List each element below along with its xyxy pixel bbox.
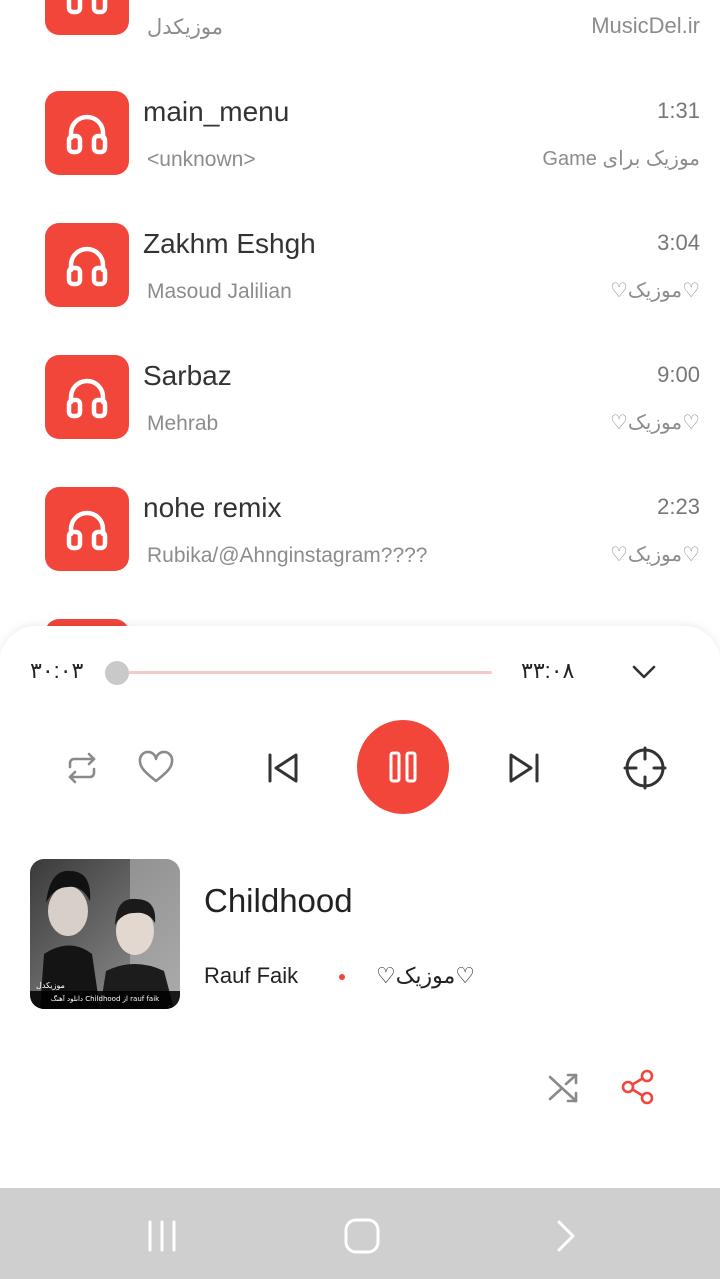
skip-next-icon[interactable] bbox=[503, 746, 547, 790]
seek-bar[interactable] bbox=[117, 671, 492, 674]
skip-previous-icon[interactable] bbox=[260, 746, 304, 790]
album-art-caption-top: موزیکدل bbox=[36, 981, 65, 990]
headphones-icon bbox=[45, 223, 129, 307]
elapsed-time: ۳۰:۰۳ bbox=[30, 658, 84, 683]
headphones-icon bbox=[45, 91, 129, 175]
song-artist: موزیکدل bbox=[147, 16, 223, 39]
now-playing-album: ♡موزیک♡ bbox=[376, 963, 476, 988]
song-duration: 9:00 bbox=[657, 362, 700, 387]
album-art-caption: دانلود آهنگ Childhood از rauf faik bbox=[50, 995, 160, 1003]
song-album: ♡موزیک♡ bbox=[609, 280, 700, 302]
song-artist: <unknown> bbox=[147, 148, 256, 171]
song-title: main_menu bbox=[143, 96, 290, 127]
share-icon[interactable] bbox=[617, 1066, 659, 1108]
song-row[interactable]: Zakhm Eshgh 3:04 Masoud Jalilian ♡موزیک♡ bbox=[0, 223, 720, 355]
heart-icon[interactable] bbox=[134, 746, 178, 790]
song-duration: 3:04 bbox=[657, 230, 700, 255]
shuffle-icon[interactable] bbox=[543, 1066, 585, 1108]
song-title: Sarbaz bbox=[143, 360, 232, 391]
song-artist: Mehrab bbox=[147, 412, 219, 435]
song-duration: 2:23 bbox=[657, 494, 700, 519]
repeat-icon[interactable] bbox=[60, 746, 104, 790]
song-duration: 1:31 bbox=[657, 98, 700, 123]
separator-dot bbox=[339, 974, 345, 980]
song-title: nohe remix bbox=[143, 492, 282, 523]
song-row[interactable]: Sarbaz 9:00 Mehrab ♡موزیک♡ bbox=[0, 355, 720, 487]
back-icon[interactable] bbox=[545, 1216, 585, 1256]
system-navigation-bar bbox=[0, 1188, 720, 1279]
crosshair-icon[interactable] bbox=[621, 744, 669, 792]
song-row[interactable]: موزیکدل MusicDel.ir bbox=[0, 0, 720, 41]
now-playing-panel: ۳۰:۰۳ ۳۳:۰۸ موزیکدل دانلود آهنگ Childhoo… bbox=[0, 626, 720, 1188]
song-row[interactable]: nohe remix 2:23 Rubika/@Ahnginstagram???… bbox=[0, 487, 720, 619]
now-playing-artist: Rauf Faik bbox=[204, 963, 299, 988]
song-album: موزیک برای Game bbox=[542, 148, 700, 170]
album-art[interactable]: موزیکدل دانلود آهنگ Childhood از rauf fa… bbox=[30, 859, 180, 1009]
song-album: ♡موزیک♡ bbox=[609, 544, 700, 566]
headphones-icon bbox=[45, 355, 129, 439]
song-album: ♡موزیک♡ bbox=[609, 412, 700, 434]
headphones-icon bbox=[45, 487, 129, 571]
song-album: MusicDel.ir bbox=[591, 13, 700, 38]
now-playing-title: Childhood bbox=[204, 882, 353, 919]
total-time: ۳۳:۰۸ bbox=[521, 658, 575, 683]
seek-handle[interactable] bbox=[105, 661, 129, 685]
headphones-icon bbox=[45, 0, 129, 35]
home-icon[interactable] bbox=[342, 1216, 382, 1256]
song-row[interactable]: main_menu 1:31 <unknown> موزیک برای Game bbox=[0, 91, 720, 223]
chevron-down-icon[interactable] bbox=[628, 658, 660, 686]
recent-apps-icon[interactable] bbox=[142, 1216, 182, 1256]
pause-icon[interactable] bbox=[357, 720, 449, 814]
song-artist: Rubika/@Ahnginstagram???? bbox=[147, 544, 428, 567]
song-list: موزیکدل MusicDel.ir main_menu 1:31 <unkn… bbox=[0, 0, 720, 640]
song-artist: Masoud Jalilian bbox=[147, 280, 292, 303]
song-title: Zakhm Eshgh bbox=[143, 228, 316, 259]
